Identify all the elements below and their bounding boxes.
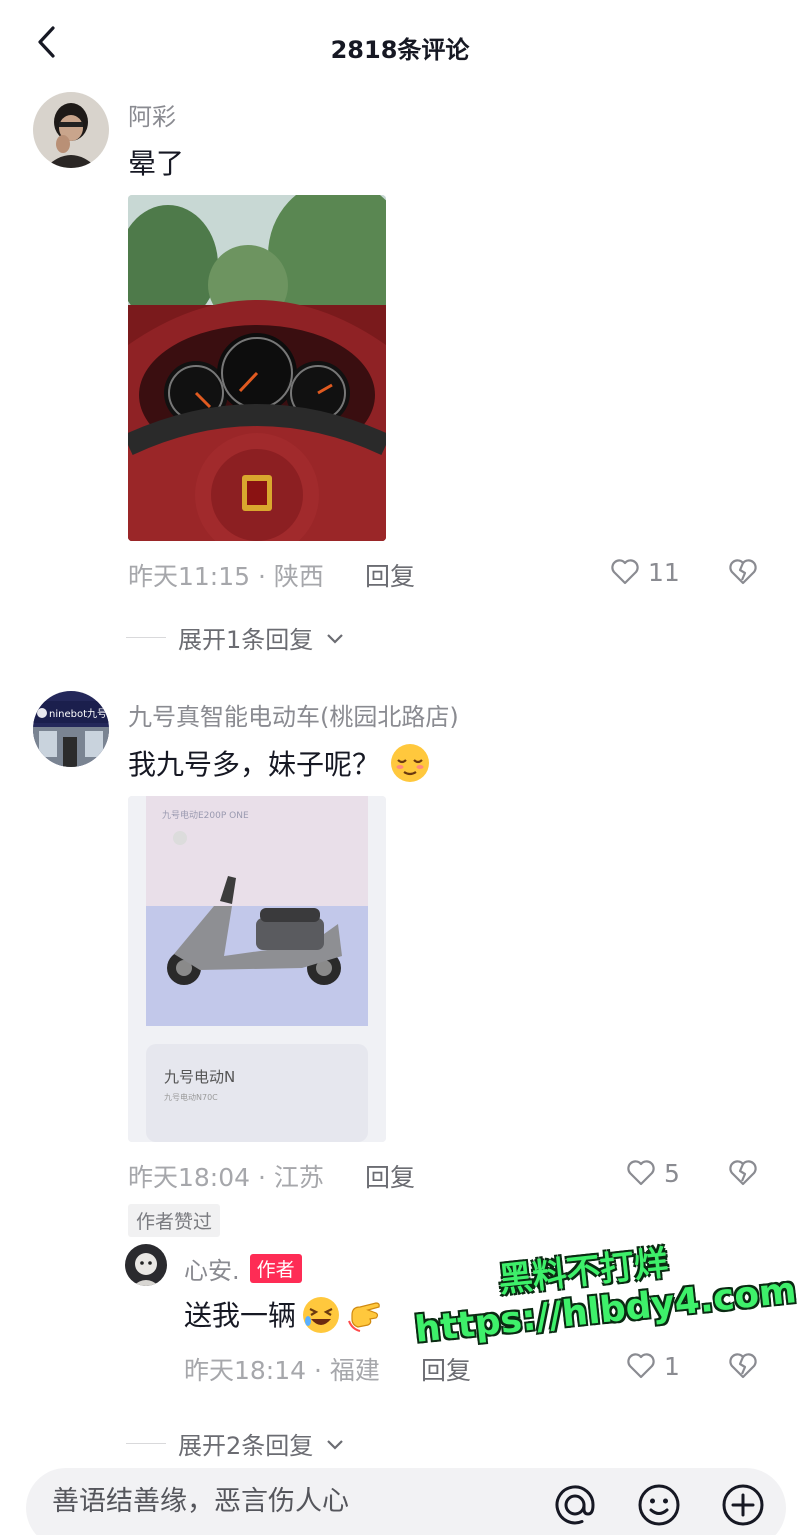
broken-heart-icon: [729, 1353, 757, 1379]
dislike-button[interactable]: [728, 1351, 758, 1385]
divider: [126, 1443, 166, 1444]
like-count: 1: [664, 1351, 680, 1381]
reply-text: 送我一辆: [184, 1299, 297, 1332]
like-button[interactable]: 11: [610, 557, 680, 587]
like-button[interactable]: 1: [626, 1351, 680, 1381]
relieved-face-emoji-icon: [391, 744, 430, 782]
page-title: 2818条评论: [330, 36, 470, 64]
image-card-subtitle: 九号电动N70C: [164, 1092, 218, 1102]
heart-icon: [627, 1353, 655, 1379]
header: 2818条评论: [0, 0, 800, 90]
expand-replies-button[interactable]: 展开1条回复: [126, 620, 345, 655]
reply-text-row: 送我一辆: [184, 1294, 386, 1335]
heart-icon: [611, 559, 639, 585]
comment-input-bar: [26, 1468, 786, 1535]
heart-icon: [627, 1160, 655, 1186]
reply-username[interactable]: 心安.: [184, 1257, 240, 1285]
chevron-down-icon: [327, 1439, 344, 1450]
author-tag: 作者: [249, 1254, 302, 1283]
reply-button[interactable]: 回复: [365, 1158, 415, 1194]
reply-timestamp-location: 昨天18:14 · 福建: [184, 1356, 380, 1385]
mention-icon[interactable]: [552, 1482, 598, 1528]
expand-replies-label: 展开2条回复: [178, 1432, 314, 1460]
rolling-laughing-emoji-icon: [303, 1297, 340, 1333]
reply-button[interactable]: 回复: [421, 1351, 471, 1387]
emoji-icon[interactable]: [636, 1482, 682, 1528]
image-card-title: 九号电动N: [164, 1068, 235, 1086]
image-small-caption: 九号电动E200P ONE: [162, 809, 249, 821]
reply-avatar[interactable]: [125, 1244, 167, 1286]
comment-timestamp-location: 昨天11:15 · 陕西: [128, 562, 324, 591]
dislike-button[interactable]: [728, 557, 758, 591]
divider: [126, 637, 166, 638]
like-count: 11: [648, 557, 680, 587]
reply-username-row: 心安. 作者: [184, 1251, 302, 1286]
broken-heart-icon: [729, 559, 757, 585]
comment-timestamp-location: 昨天18:04 · 江苏: [128, 1163, 324, 1192]
comment-username[interactable]: 九号真智能电动车(桃园北路店): [128, 697, 459, 732]
expand-replies-button[interactable]: 展开2条回复: [126, 1426, 345, 1461]
comment-text: 晕了: [128, 147, 185, 180]
avatar-store-sign: ninebot九号: [49, 708, 107, 720]
comment-input[interactable]: [52, 1486, 472, 1517]
author-liked-badge: 作者赞过: [128, 1204, 221, 1237]
comment-text: 我九号多，妹子呢？: [128, 748, 381, 781]
pointing-hand-emoji-icon: [348, 1302, 380, 1332]
comment-image-steering-wheel[interactable]: [128, 195, 386, 541]
reply-button[interactable]: 回复: [365, 557, 415, 593]
avatar[interactable]: ninebot九号: [33, 691, 109, 767]
add-icon[interactable]: [720, 1482, 766, 1528]
dislike-button[interactable]: [728, 1158, 758, 1192]
comment-text-row: 我九号多，妹子呢？: [128, 742, 431, 784]
chevron-down-icon: [327, 633, 344, 644]
like-count: 5: [664, 1158, 680, 1188]
comment-username[interactable]: 阿彩: [128, 97, 176, 132]
broken-heart-icon: [729, 1160, 757, 1186]
comment-image-scooter[interactable]: 九号电动E200P ONE 九号电动N 九号电动N70C: [128, 796, 386, 1142]
like-button[interactable]: 5: [626, 1158, 680, 1188]
expand-replies-label: 展开1条回复: [178, 626, 314, 654]
avatar[interactable]: [33, 92, 109, 168]
